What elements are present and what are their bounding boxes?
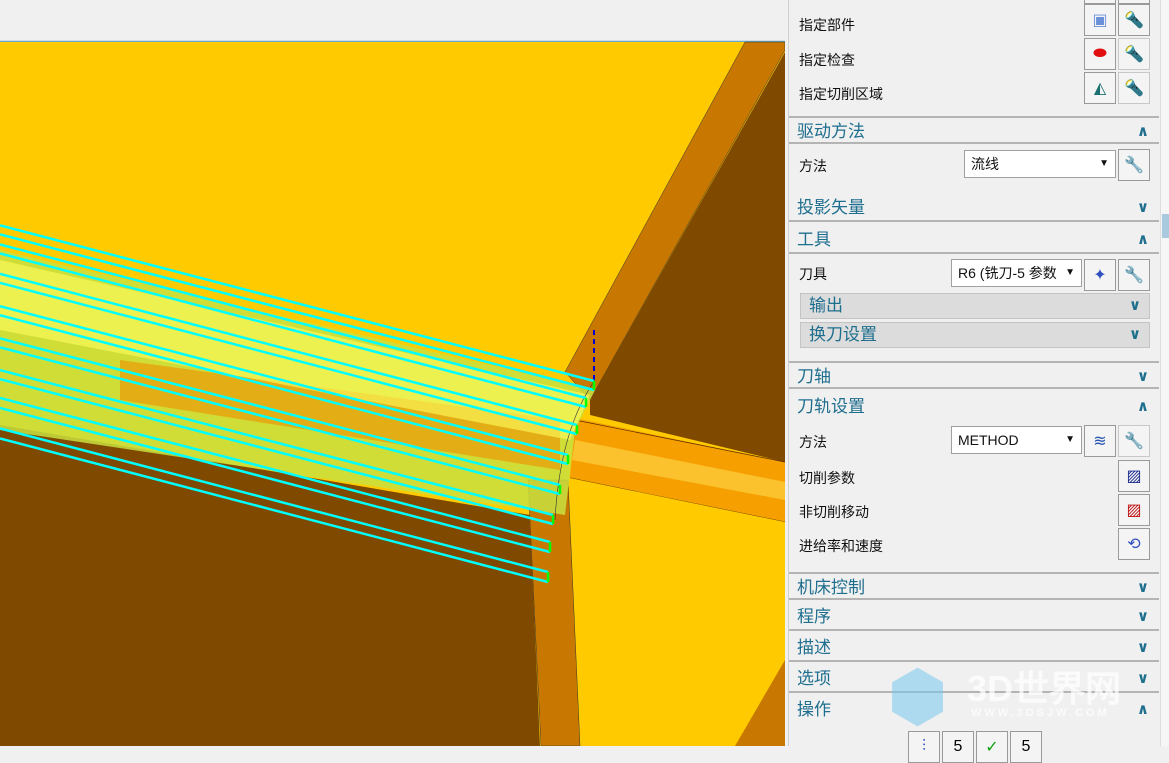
edit-tool-icon: 🔧 <box>1124 267 1144 284</box>
replay-icon: 5 <box>953 738 963 755</box>
chevron-down-icon[interactable]: ∨ <box>1137 363 1149 391</box>
scrollbar[interactable] <box>1160 0 1169 746</box>
non-cut-moves-label: 非切削移动 <box>799 504 869 520</box>
section-actions[interactable]: 操作 ∧ <box>789 696 1159 724</box>
cut-params-label: 切削参数 <box>799 470 855 486</box>
wrench-icon: 🔧 <box>1124 433 1144 450</box>
flashlight-icon: 🔦 <box>1124 12 1144 29</box>
section-title: 投影矢量 <box>797 198 865 217</box>
section-title: 选项 <box>797 669 831 688</box>
chevron-down-icon[interactable]: ∨ <box>1129 294 1141 318</box>
replay-button[interactable]: 5 <box>942 731 974 763</box>
chevron-down-icon[interactable]: ∨ <box>1137 574 1149 602</box>
section-machine-control[interactable]: 机床控制 ∨ <box>789 572 1159 600</box>
dropdown-arrow-icon: ▼ <box>1099 158 1109 169</box>
section-options[interactable]: 选项 ∨ <box>789 665 1159 693</box>
subsection-output[interactable]: 输出 ∨ <box>800 293 1150 319</box>
lower-right-face <box>570 478 785 746</box>
chevron-down-icon[interactable]: ∨ <box>1137 634 1149 662</box>
select-check-button[interactable]: ⬬ <box>1084 38 1116 70</box>
cut-params-button[interactable]: ▨ <box>1118 460 1150 492</box>
cut-area-icon: ◭ <box>1093 80 1107 97</box>
chevron-up-icon[interactable]: ∧ <box>1137 226 1149 254</box>
section-program[interactable]: 程序 ∨ <box>789 603 1159 631</box>
feeds-speeds-button[interactable]: ⟲ <box>1118 528 1150 560</box>
section-title: 程序 <box>797 607 831 626</box>
section-tool[interactable]: 工具 ∧ <box>789 226 1159 254</box>
section-title: 描述 <box>797 638 831 657</box>
new-method-button[interactable]: ≋ <box>1084 425 1116 457</box>
feeds-speeds-label: 进给率和速度 <box>799 538 883 554</box>
wrench-icon: 🔧 <box>1124 157 1144 174</box>
operation-dialog: 指定部件 ▣ 🔦 指定检查 ⬬ 🔦 指定切削区域 ◭ 🔦 驱动方法 ∧ 方法 流线… <box>788 0 1160 763</box>
drive-method-select[interactable]: 流线 ▼ <box>964 150 1116 178</box>
list-button[interactable]: 5 <box>1010 731 1042 763</box>
generate-icon: ⫶ <box>921 738 926 755</box>
confirm-button[interactable]: ✓ <box>976 731 1008 763</box>
generate-button[interactable]: ⫶ <box>908 731 940 763</box>
subsection-title: 换刀设置 <box>809 325 877 344</box>
select-value: 流线 <box>971 156 999 172</box>
chevron-down-icon[interactable]: ∨ <box>1137 194 1149 222</box>
section-title: 驱动方法 <box>797 122 865 141</box>
select-value: METHOD <box>958 432 1019 448</box>
graphics-viewport[interactable] <box>0 0 785 746</box>
flashlight-icon: 🔦 <box>1124 46 1144 63</box>
new-tool-icon: ✦ <box>1093 267 1107 284</box>
check-icon: ✓ <box>985 739 999 756</box>
select-part-button[interactable]: ▣ <box>1084 4 1116 36</box>
flashlight-icon: 🔦 <box>1124 80 1144 97</box>
specify-check-label: 指定检查 <box>799 52 855 68</box>
chevron-up-icon[interactable]: ∧ <box>1137 393 1149 421</box>
specify-part-label: 指定部件 <box>799 17 855 33</box>
section-drive-method[interactable]: 驱动方法 ∧ <box>789 116 1159 144</box>
subsection-title: 输出 <box>809 296 843 315</box>
non-cut-moves-button[interactable]: ▨ <box>1118 494 1150 526</box>
display-check-button[interactable]: 🔦 <box>1118 38 1150 70</box>
dropdown-arrow-icon: ▼ <box>1062 260 1075 286</box>
section-tool-axis[interactable]: 刀轴 ∨ <box>789 361 1159 389</box>
model-view[interactable] <box>0 0 785 746</box>
edit-tool-button[interactable]: 🔧 <box>1118 259 1150 291</box>
section-path-settings[interactable]: 刀轨设置 ∧ <box>789 393 1159 421</box>
dropdown-arrow-icon: ▼ <box>1065 434 1075 445</box>
chevron-down-icon[interactable]: ∨ <box>1137 603 1149 631</box>
edit-drive-button[interactable]: 🔧 <box>1118 149 1150 181</box>
chevron-up-icon[interactable]: ∧ <box>1137 696 1149 724</box>
path-method-label: 方法 <box>799 434 827 450</box>
select-value: R6 (铣刀-5 参数 <box>958 265 1057 281</box>
display-cut-area-button[interactable]: 🔦 <box>1118 72 1150 104</box>
select-cut-area-button[interactable]: ◭ <box>1084 72 1116 104</box>
cut-params-icon: ▨ <box>1126 468 1142 485</box>
section-projection-vector[interactable]: 投影矢量 ∨ <box>789 194 1159 222</box>
section-title: 工具 <box>797 230 831 249</box>
section-title: 刀轨设置 <box>797 397 865 416</box>
non-cut-moves-icon: ▨ <box>1126 502 1142 519</box>
section-title: 刀轴 <box>797 367 831 386</box>
part-icon: ▣ <box>1092 12 1108 29</box>
new-tool-button[interactable]: ✦ <box>1084 259 1116 291</box>
new-method-icon: ≋ <box>1093 433 1107 450</box>
drive-method-label: 方法 <box>799 158 827 174</box>
section-description[interactable]: 描述 ∨ <box>789 634 1159 662</box>
edit-method-button[interactable]: 🔧 <box>1118 425 1150 457</box>
tool-label: 刀具 <box>799 266 827 282</box>
scrollbar-thumb[interactable] <box>1162 214 1169 238</box>
tool-select[interactable]: R6 (铣刀-5 参数 ▼ <box>951 259 1082 287</box>
chevron-down-icon[interactable]: ∨ <box>1137 665 1149 693</box>
check-geometry-icon: ⬬ <box>1093 45 1107 62</box>
chevron-down-icon[interactable]: ∨ <box>1129 323 1141 347</box>
subsection-tool-change[interactable]: 换刀设置 ∨ <box>800 322 1150 348</box>
specify-cut-area-label: 指定切削区域 <box>799 86 883 102</box>
feeds-speeds-icon: ⟲ <box>1127 536 1141 553</box>
list-icon: 5 <box>1021 738 1031 755</box>
display-part-button[interactable]: 🔦 <box>1118 4 1150 36</box>
chevron-up-icon[interactable]: ∧ <box>1137 118 1149 146</box>
section-title: 机床控制 <box>797 578 865 597</box>
path-method-select[interactable]: METHOD ▼ <box>951 426 1082 454</box>
section-title: 操作 <box>797 700 831 719</box>
